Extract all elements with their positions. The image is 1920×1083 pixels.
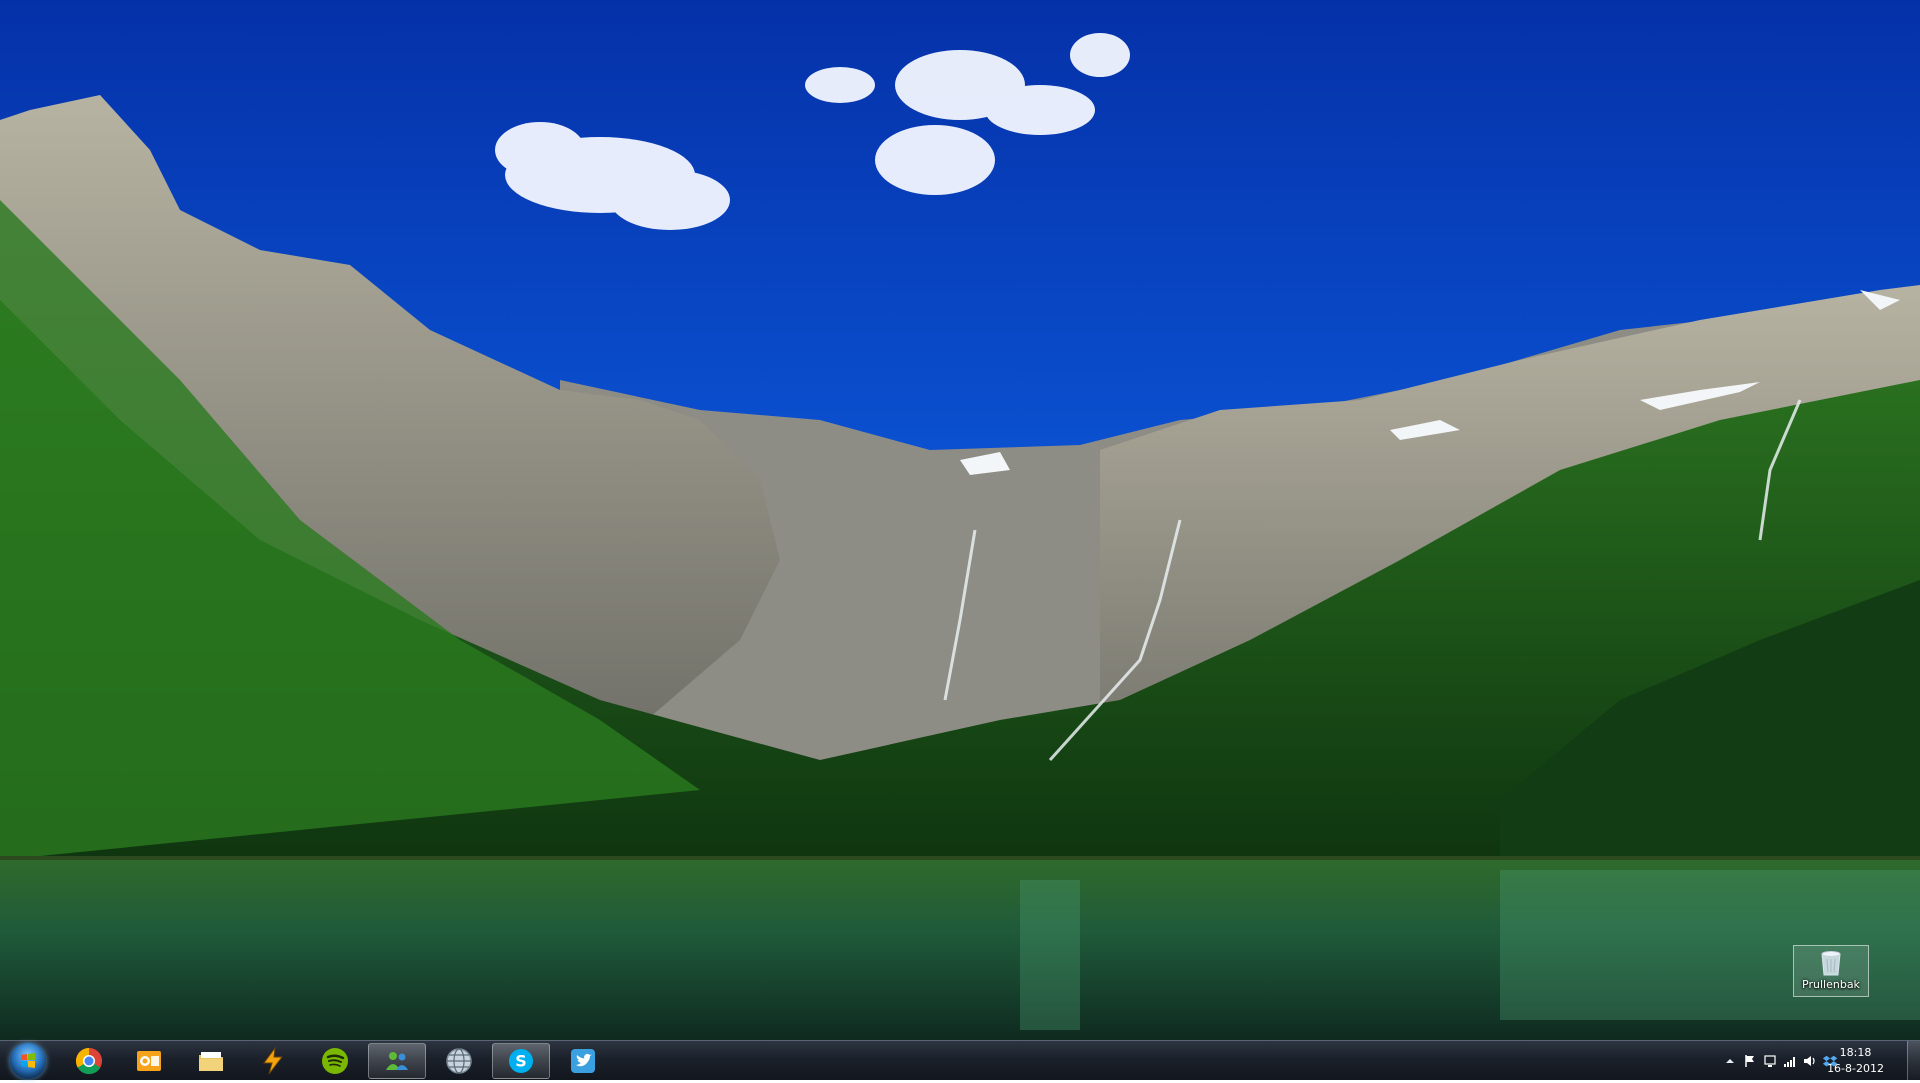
recycle-bin-desktop-icon[interactable]: Prullenbak xyxy=(1793,945,1869,997)
system-clock[interactable]: 18:18 16-8-2012 xyxy=(1827,1045,1884,1077)
show-hidden-icons-arrow[interactable] xyxy=(1722,1053,1738,1069)
spotify-icon xyxy=(322,1048,348,1074)
taskbar-outlook[interactable] xyxy=(120,1043,178,1079)
twitter-icon xyxy=(571,1049,595,1073)
messenger-icon xyxy=(386,1052,408,1070)
winamp-icon xyxy=(263,1046,284,1075)
signal-icon[interactable] xyxy=(1782,1053,1798,1069)
recycle-bin-icon xyxy=(1821,951,1841,976)
action-center-flag-icon[interactable] xyxy=(1742,1053,1758,1069)
web-browser-globe-icon xyxy=(446,1048,472,1074)
svg-text:S: S xyxy=(515,1052,527,1071)
volume-icon[interactable] xyxy=(1802,1053,1818,1069)
desktop-wallpaper xyxy=(0,0,1920,1040)
outlook-icon xyxy=(137,1051,161,1071)
chrome-icon xyxy=(75,1047,102,1075)
start-button[interactable] xyxy=(4,1042,52,1080)
taskbar-skype[interactable]: S xyxy=(492,1043,550,1079)
network-icon[interactable] xyxy=(1762,1053,1778,1069)
taskbar-spotify[interactable] xyxy=(306,1043,364,1079)
taskbar: S 18:18 16-8-2012 xyxy=(0,1040,1920,1081)
taskbar-explorer[interactable] xyxy=(182,1043,240,1079)
clock-date: 16-8-2012 xyxy=(1827,1062,1884,1075)
system-tray: 18:18 16-8-2012 xyxy=(1670,1041,1920,1081)
windows-start-orb-icon xyxy=(10,1043,46,1079)
skype-icon: S xyxy=(509,1049,533,1073)
recycle-bin-label: Prullenbak xyxy=(1802,978,1860,991)
show-desktop-button[interactable] xyxy=(1907,1041,1920,1081)
taskbar-chrome[interactable] xyxy=(60,1043,118,1079)
taskbar-twitter[interactable] xyxy=(554,1043,612,1079)
clock-time: 18:18 xyxy=(1839,1046,1872,1059)
taskbar-messenger[interactable] xyxy=(368,1043,426,1079)
taskbar-browser[interactable] xyxy=(430,1043,488,1079)
taskbar-winamp[interactable] xyxy=(244,1043,302,1079)
file-explorer-icon xyxy=(199,1052,223,1071)
